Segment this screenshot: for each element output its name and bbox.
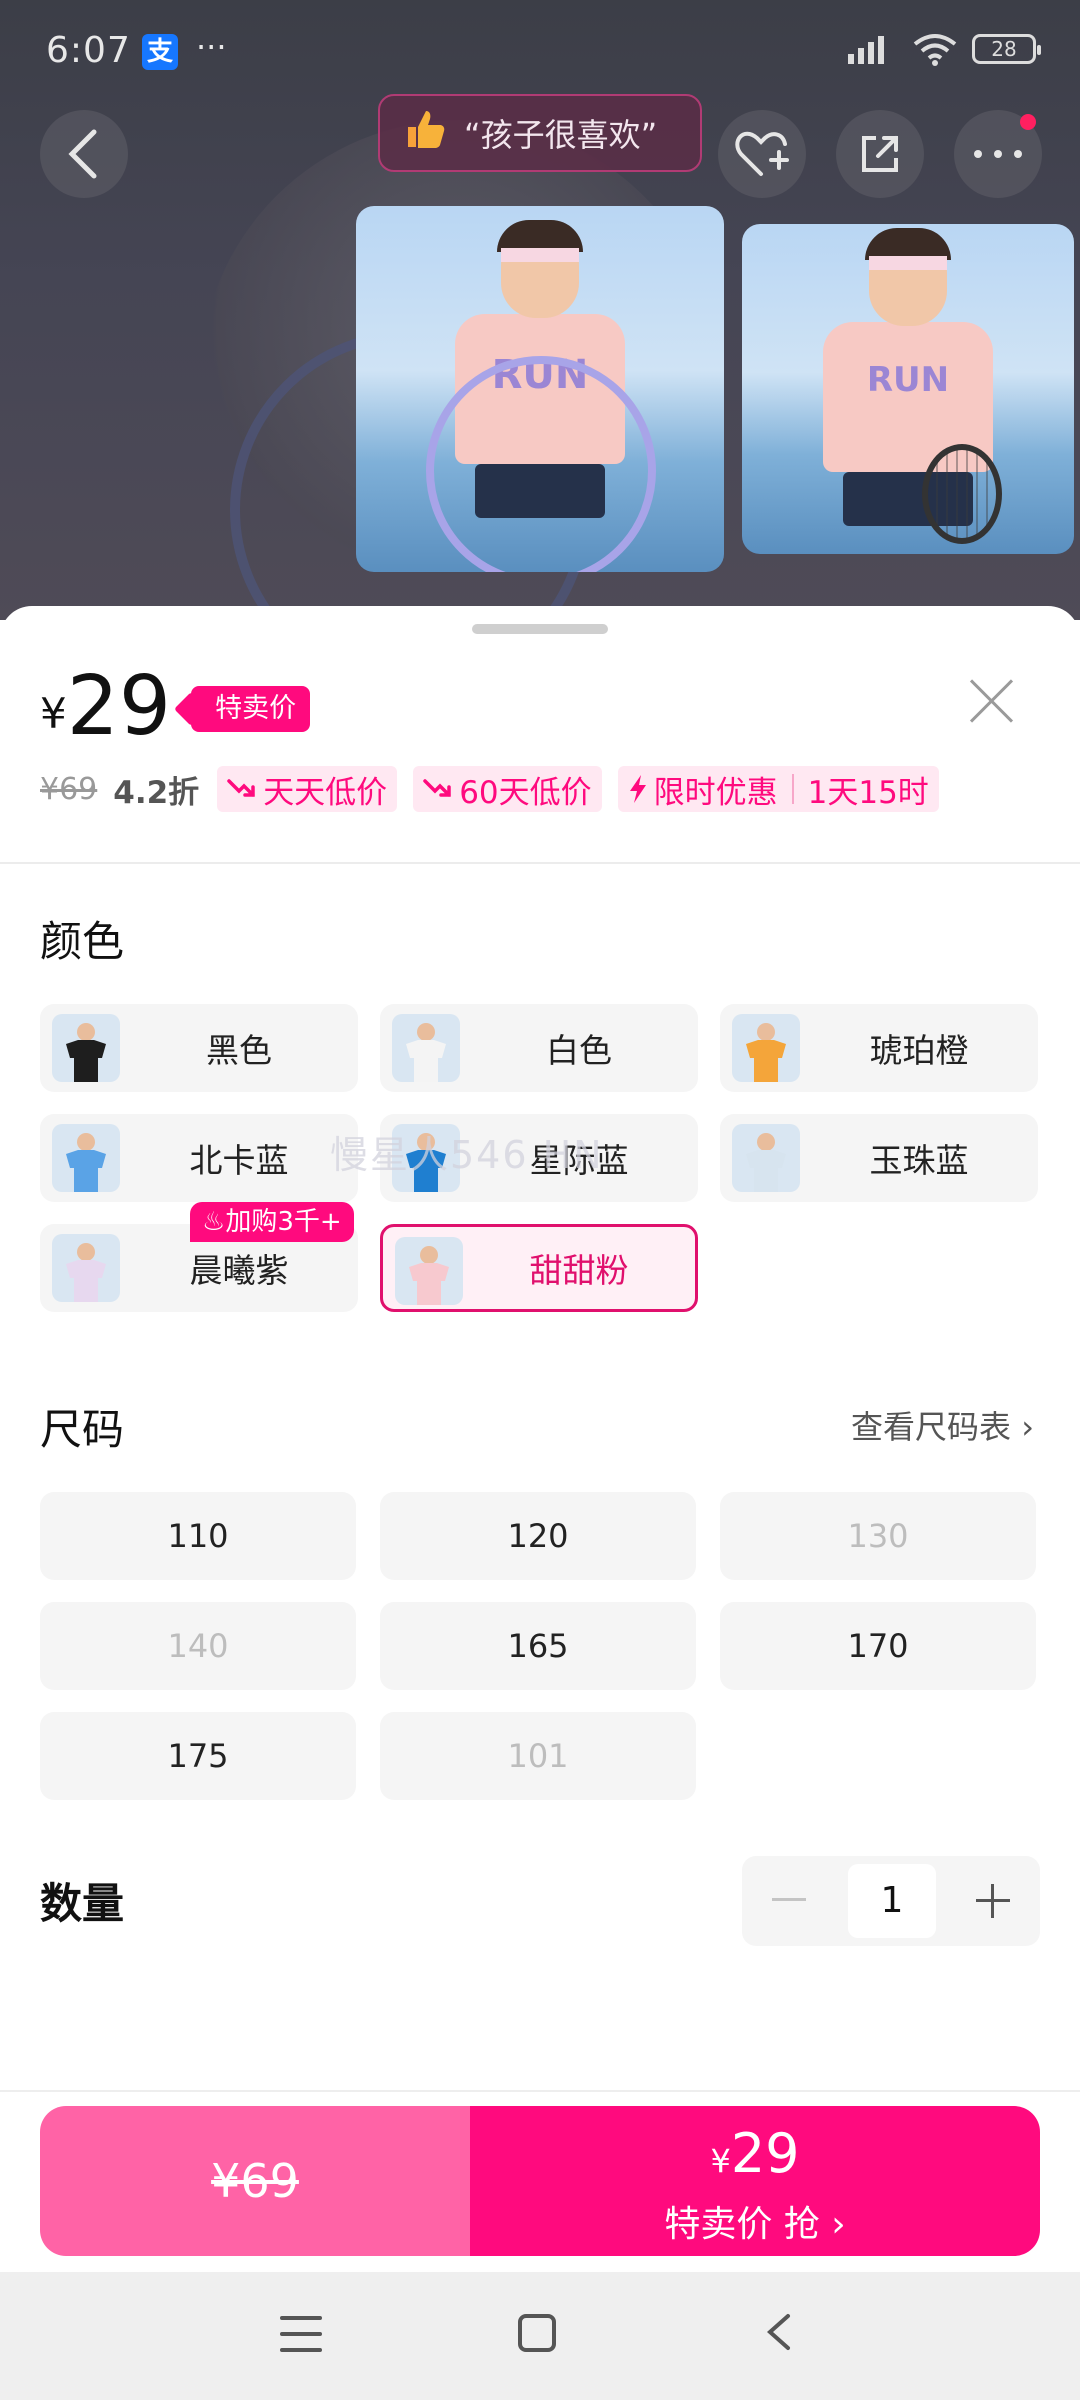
badge-label: 加购3千+	[225, 1207, 342, 1237]
color-option[interactable]: 琥珀橙	[720, 1004, 1038, 1092]
countdown-label: 1天15时	[807, 774, 929, 811]
favorite-button[interactable]	[718, 110, 806, 198]
chip-separator	[791, 774, 794, 804]
product-image-1[interactable]: RUN	[356, 206, 724, 572]
status-time: 6:07	[46, 30, 131, 71]
share-icon	[862, 136, 898, 172]
price-details: ¥69 4.2折 天天低价 60天低价 限时优惠 1天15时	[40, 766, 939, 812]
size-option-disabled: 140	[40, 1602, 356, 1690]
color-option[interactable]: 黑色	[40, 1004, 358, 1092]
quantity-value[interactable]: 1	[848, 1864, 936, 1938]
plus-icon[interactable]	[976, 1884, 1010, 1918]
back-icon[interactable]	[760, 2312, 800, 2352]
color-swatch-thumbnail	[52, 1234, 120, 1302]
size-chart-link[interactable]: 查看尺码表 ›	[851, 1402, 1034, 1448]
special-price-buy-button[interactable]: ¥29 特卖价 抢 ›	[470, 2106, 1040, 2256]
more-button[interactable]	[954, 110, 1042, 198]
watermark: 慢星人546 HN	[330, 1133, 604, 1177]
cta-label: 特卖价 抢 ›	[664, 2204, 846, 2245]
size-section-title: 尺码	[40, 1405, 125, 1454]
size-option-disabled: 101	[380, 1712, 696, 1800]
more-dots-icon	[974, 150, 1022, 158]
current-price: 29	[66, 659, 172, 754]
quantity-section-title: 数量	[40, 1879, 125, 1928]
status-more-dots: ···	[196, 28, 227, 66]
menu-icon[interactable]	[280, 2316, 322, 2352]
price-chip-daily-low: 天天低价	[217, 766, 398, 812]
heart-plus-icon	[735, 131, 789, 176]
praise-text: “孩子很喜欢”	[464, 116, 658, 154]
size-option[interactable]: 170	[720, 1602, 1036, 1690]
home-icon[interactable]	[518, 2314, 556, 2352]
color-section-title: 颜色	[40, 917, 125, 966]
price-chip-limited-offer: 限时优惠 1天15时	[617, 766, 939, 812]
color-swatch-thumbnail	[52, 1014, 120, 1082]
color-swatch-thumbnail	[52, 1124, 120, 1192]
product-gallery-backdrop: 6:07 支 ··· 28 “孩子很喜欢” RUN RUN	[0, 0, 1080, 620]
signal-icon	[848, 36, 884, 64]
sheet-handle[interactable]	[472, 624, 608, 634]
chip-label: 60天低价	[459, 774, 592, 811]
color-option[interactable]: 白色	[380, 1004, 698, 1092]
buy-bar: ¥69 ¥29 特卖价 抢 ›	[40, 2106, 1040, 2256]
price-row: ¥ 29 特卖价	[40, 659, 311, 754]
discount-rate: 4.2折	[113, 774, 200, 811]
size-option[interactable]: 165	[380, 1602, 696, 1690]
chip-label: 限时优惠	[653, 774, 778, 811]
currency-symbol: ¥	[40, 689, 67, 738]
header-divider	[0, 862, 1080, 864]
flame-icon: ♨	[202, 1207, 226, 1237]
thumbs-up-icon	[402, 107, 446, 159]
color-swatch-thumbnail	[392, 1014, 460, 1082]
quantity-stepper: 1	[742, 1856, 1040, 1946]
color-option[interactable]: 玉珠蓝	[720, 1114, 1038, 1202]
trend-down-icon	[227, 779, 255, 797]
footer-divider	[0, 2090, 1080, 2092]
system-nav-bar	[0, 2272, 1080, 2400]
chip-label: 天天低价	[263, 774, 388, 811]
cta-currency: ¥	[710, 2142, 731, 2180]
praise-banner: “孩子很喜欢”	[378, 94, 702, 172]
close-icon[interactable]	[970, 678, 1014, 722]
original-price-button[interactable]: ¥69	[40, 2106, 470, 2256]
popularity-badge: ♨加购3千+	[190, 1202, 354, 1242]
sku-selector-sheet: ¥ 29 特卖价 ¥69 4.2折 天天低价 60天低价 限时优惠 1天15时 …	[0, 606, 1080, 2096]
color-option[interactable]: 北卡蓝	[40, 1114, 358, 1202]
size-option[interactable]: 120	[380, 1492, 696, 1580]
size-option[interactable]: 110	[40, 1492, 356, 1580]
lightning-icon	[629, 775, 646, 803]
color-swatch-thumbnail	[395, 1237, 463, 1305]
price-chip-60day-low: 60天低价	[413, 766, 602, 812]
trend-down-icon	[423, 779, 451, 797]
size-option-disabled: 130	[720, 1492, 1036, 1580]
share-button[interactable]	[836, 110, 924, 198]
color-option-selected[interactable]: 甜甜粉	[380, 1224, 698, 1312]
hula-hoop	[426, 356, 656, 572]
color-swatch-thumbnail	[732, 1124, 800, 1192]
original-price: ¥69	[40, 771, 98, 807]
minus-icon[interactable]	[772, 1898, 806, 1901]
color-swatch-thumbnail	[732, 1014, 800, 1082]
size-option[interactable]: 175	[40, 1712, 356, 1800]
notification-dot	[1020, 114, 1036, 130]
wifi-icon	[913, 34, 957, 66]
special-price-tag: 特卖价	[191, 686, 311, 732]
product-image-2[interactable]: RUN	[742, 224, 1074, 554]
battery-icon: 28	[972, 34, 1041, 64]
alipay-icon: 支	[142, 34, 178, 70]
status-right-group: 28	[846, 32, 1041, 66]
chevron-left-icon	[68, 129, 97, 179]
back-button[interactable]	[40, 110, 128, 198]
cta-price-value: 29	[730, 2122, 800, 2185]
tennis-racket	[922, 444, 1002, 544]
cta-price: ¥29	[470, 2124, 1040, 2191]
color-option[interactable]: 晨曦紫 ♨加购3千+	[40, 1202, 358, 1312]
